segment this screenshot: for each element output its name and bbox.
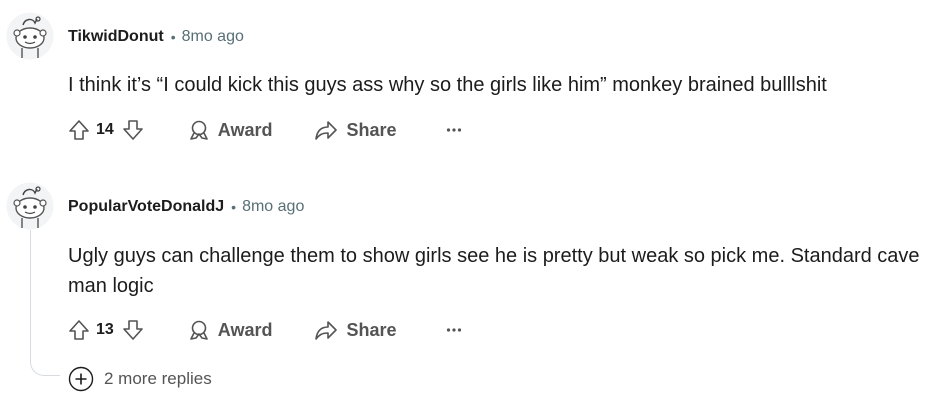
avatar[interactable] <box>6 12 54 60</box>
share-button[interactable]: Share <box>314 119 397 141</box>
vote-group: 14 <box>66 117 146 143</box>
share-icon <box>315 121 338 140</box>
downvote-icon <box>122 320 143 340</box>
more-options-button[interactable] <box>439 317 469 343</box>
upvote-button[interactable] <box>66 117 92 143</box>
upvote-icon <box>69 320 89 340</box>
upvote-button[interactable] <box>66 317 92 343</box>
thread-line <box>30 230 60 376</box>
downvote-button[interactable] <box>120 317 146 343</box>
timestamp[interactable]: 8mo ago <box>182 28 244 46</box>
action-bar: 14 Award Share <box>66 115 469 145</box>
action-bar: 13 Award Share <box>66 315 469 345</box>
more-options-icon <box>446 128 461 132</box>
upvote-icon <box>69 120 89 140</box>
author-name[interactable]: TikwidDonut <box>68 28 164 46</box>
plus-circle-icon <box>68 366 94 392</box>
downvote-button[interactable] <box>120 117 146 143</box>
comment-header: PopularVoteDonaldJ • 8mo ago <box>68 196 304 218</box>
comment-header: TikwidDonut • 8mo ago <box>68 26 244 48</box>
share-label: Share <box>346 119 397 140</box>
vote-score: 14 <box>96 121 114 138</box>
vote-group: 13 <box>66 317 146 343</box>
share-icon <box>315 321 338 340</box>
author-name[interactable]: PopularVoteDonaldJ <box>68 198 224 216</box>
award-label: Award <box>217 119 273 140</box>
share-button[interactable]: Share <box>314 319 397 341</box>
more-replies-button[interactable]: 2 more replies <box>68 366 212 392</box>
share-label: Share <box>346 319 397 340</box>
award-icon <box>189 120 208 140</box>
more-options-icon <box>446 328 461 332</box>
more-options-button[interactable] <box>439 117 469 143</box>
vote-score: 13 <box>96 321 114 338</box>
separator-dot: • <box>231 199 237 215</box>
timestamp[interactable]: 8mo ago <box>242 198 304 216</box>
award-button[interactable]: Award <box>188 119 273 141</box>
downvote-icon <box>122 120 143 140</box>
comment-body: I think it’s “I could kick this guys ass… <box>68 74 827 96</box>
comment-body: Ugly guys can challenge them to show gir… <box>68 245 920 297</box>
award-button[interactable]: Award <box>188 319 273 341</box>
award-label: Award <box>217 319 273 340</box>
award-icon <box>189 320 208 340</box>
separator-dot: • <box>170 29 176 45</box>
more-replies-label: 2 more replies <box>104 369 212 388</box>
avatar[interactable] <box>6 182 54 230</box>
